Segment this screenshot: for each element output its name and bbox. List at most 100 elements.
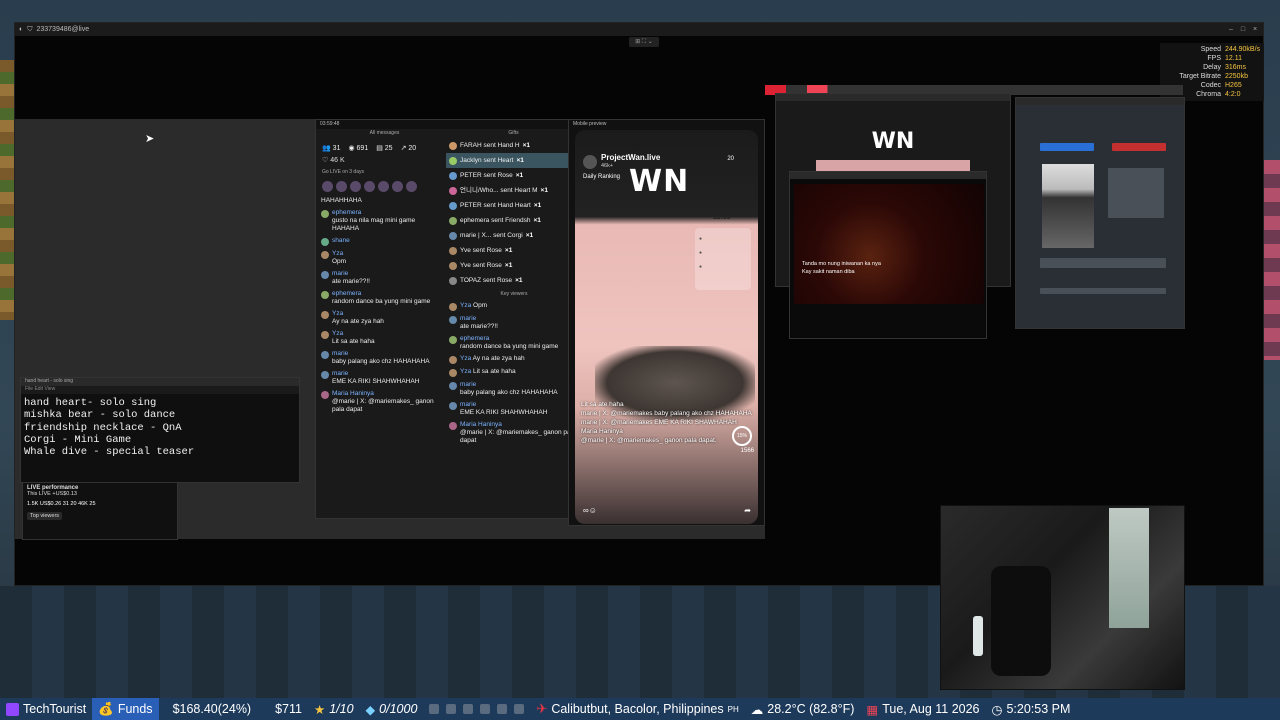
tab-all-messages[interactable]: All messages [320,130,449,136]
stat-value: 316ms [1225,64,1247,71]
pin-icon: ✈ [536,701,548,716]
stat-label: Target Bitrate [1179,73,1221,80]
minimize-button[interactable]: – [1227,26,1235,33]
bottle [973,616,983,656]
gift-item: 언니니/Who... sent Heart M ×1 [446,183,582,198]
wn-logo: WN [629,164,690,199]
weather-label: 28.2°C (82.8°F) [767,702,855,716]
time-label: 5:20:53 PM [1006,702,1071,716]
live-performance-window[interactable]: LIVE performance This LIVE +US$0.13 1.5K… [22,482,178,540]
phone-preview[interactable]: ProjectWan.live 46k+ Daily Ranking WN 20… [575,130,758,524]
key-viewer-message: Yza Opm [446,300,582,313]
key-viewers-label: Key viewers [500,291,528,297]
close-button[interactable]: × [1251,26,1259,33]
chat-message: ephemera gusto na nila mag mini game HAHA… [318,207,444,235]
remote-desktop-stage[interactable]: ➤ hand heart - solo sing File Edit View … [15,119,765,540]
calendar-icon: ▦ [866,702,879,717]
stat-value: 2250kb [1225,73,1248,80]
chat-message: shane [318,235,444,248]
notes-text[interactable]: hand heart- solo sing mishka bear - solo… [21,394,299,461]
views-value: 691 [356,145,369,152]
guests-icon[interactable]: ☺ [589,506,597,518]
comments-count: ▤ 25 [376,145,393,152]
chat-message: Yza Ay na ate zya hah [318,308,444,328]
channel-name[interactable]: TechTourist [0,698,92,720]
chat-timer: 03:59:48 [316,120,582,129]
gifts-column[interactable]: FARAH sent Hand H ×1 Jacklyn sent Heart ×1… [446,138,582,447]
share-icon[interactable]: ➦ [744,506,751,518]
stat-label: Speed [1200,46,1221,53]
youtube-window[interactable]: Tanda mo nung iniwanan ka nya Kay sakit … [789,171,987,339]
gift-item: PETER sent Hand Heart ×1 [446,198,582,213]
messages-column[interactable]: 👥 31 ◉ 691 ▤ 25 ↗ 20 ♡ 46 K Go LIVE on 3… [318,138,444,416]
settings-row[interactable] [1040,258,1166,268]
chat-message: Yza Lit sa ate haha [318,328,444,348]
stat-label: Chroma [1196,91,1221,98]
stat-label: Delay [1203,64,1221,71]
profile-avatar[interactable] [583,155,597,169]
diamond-icon: ◆ [365,702,376,717]
key-viewer-message: ephemera random dance ba yung mini game [446,333,582,353]
blue-button[interactable] [1040,143,1094,151]
date: ▦ Tue, Aug 11 2026 [860,698,985,720]
phone-comment: marie | X: @mariemakes EME KA RIKI SHAWH… [581,419,737,426]
stat-value: 244.90kB/s [1225,46,1261,53]
settings-block[interactable] [1108,168,1164,218]
key-viewer-message: marie baby palang ako chz HAHAHAHA [446,379,582,399]
vio-count: ★ 1/10 [308,698,360,720]
star-icon: ★ [313,702,326,717]
stream-taskbar: TechTourist 💰 Funds $168.40(24%) $711 ★ 1/… [0,698,1280,720]
key-viewer-message: marie ate marie??!! [446,313,582,333]
slider[interactable] [1040,288,1166,294]
key-viewer-message: Yza Lit sa ate haha [446,366,582,379]
weather: ☁ 28.2°C (82.8°F) [745,698,861,720]
key-viewer-message: Maria Haninya @marie | X: @mariemakes_ ga… [446,419,582,447]
gift-item: Yve sent Rose ×1 [446,243,582,258]
tray-icons[interactable] [423,704,530,714]
remote-viewer-window: ◐ ⛉ 233739486@live – □ × ⊞ ⛶ ⌄ Speed 244.… [14,22,1264,586]
red-button[interactable] [1112,143,1166,151]
daily-ranking[interactable]: Daily Ranking [583,174,620,180]
gem-value: 0/1000 [379,702,418,716]
goal-progress: 15% [732,426,752,446]
maximize-button[interactable]: □ [1239,26,1247,33]
wn-logo-preview: WN [871,129,915,154]
profile-name: ProjectWan.live [601,153,661,162]
control-panel-window[interactable] [1015,97,1185,329]
key-viewer-message: Yza Ay na ate zya hah [446,353,582,366]
shield-icon: ⛉ [27,25,33,33]
gift-item: FARAH sent Hand H ×1 [446,138,582,153]
chat-message: marie ate marie??!! [318,268,444,288]
youtube-video[interactable]: Tanda mo nung iniwanan ka nya Kay sakit … [794,184,984,304]
location-label: Calibutbut, Bacolor, Philippines [551,702,724,716]
preview-thumbnail [1042,164,1094,248]
mouse-cursor-icon: ➤ [145,133,155,145]
weather-icon: ☁ [750,702,764,717]
viewers-value: 31 [332,145,341,152]
funds-badge[interactable]: 💰 Funds [92,698,159,720]
view-toolbar[interactable]: ⊞ ⛶ ⌄ [629,37,659,47]
chat-message: ephemera random dance ba yung mini game [318,288,444,308]
live-chat-window[interactable]: 03:59:48 All messages Gifts 👥 31 ◉ 691 ▤… [315,119,583,519]
lyric-line: Kay sakit naman diba [802,269,855,275]
funds-label: Funds [117,702,153,716]
notes-titlebar: hand heart - solo sing [21,378,299,386]
tab-gifts[interactable]: Gifts [449,130,578,136]
tab-top-viewers[interactable]: Top viewers [27,512,63,520]
clock: ◷ 5:20:53 PM [986,698,1077,720]
gift-item: ephemera sent Friendsh ×1 [446,213,582,228]
gift-item: PETER sent Rose ×1 [446,168,582,183]
shares-count: ↗ 20 [400,145,417,152]
notes-window[interactable]: hand heart - solo sing File Edit View ha… [20,377,300,483]
gift-item: marie | X... sent Corgi ×1 [446,228,582,243]
app-icon: ◐ [19,26,24,33]
notes-toolbar[interactable]: File Edit View [21,386,299,394]
shares-value: 20 [408,145,417,152]
likes-count: ♡ 46 K [322,157,345,164]
stat-value: H265 [1225,82,1242,89]
viewer-count: 20 [727,156,734,162]
phone-comment: Lit sa ate haha [581,401,624,408]
gift-item: Yve sent Rose ×1 [446,258,582,273]
mobile-preview-window[interactable]: Mobile preview ProjectWan.live 46k+ Dail… [568,119,765,526]
country-code: PH [727,704,739,714]
